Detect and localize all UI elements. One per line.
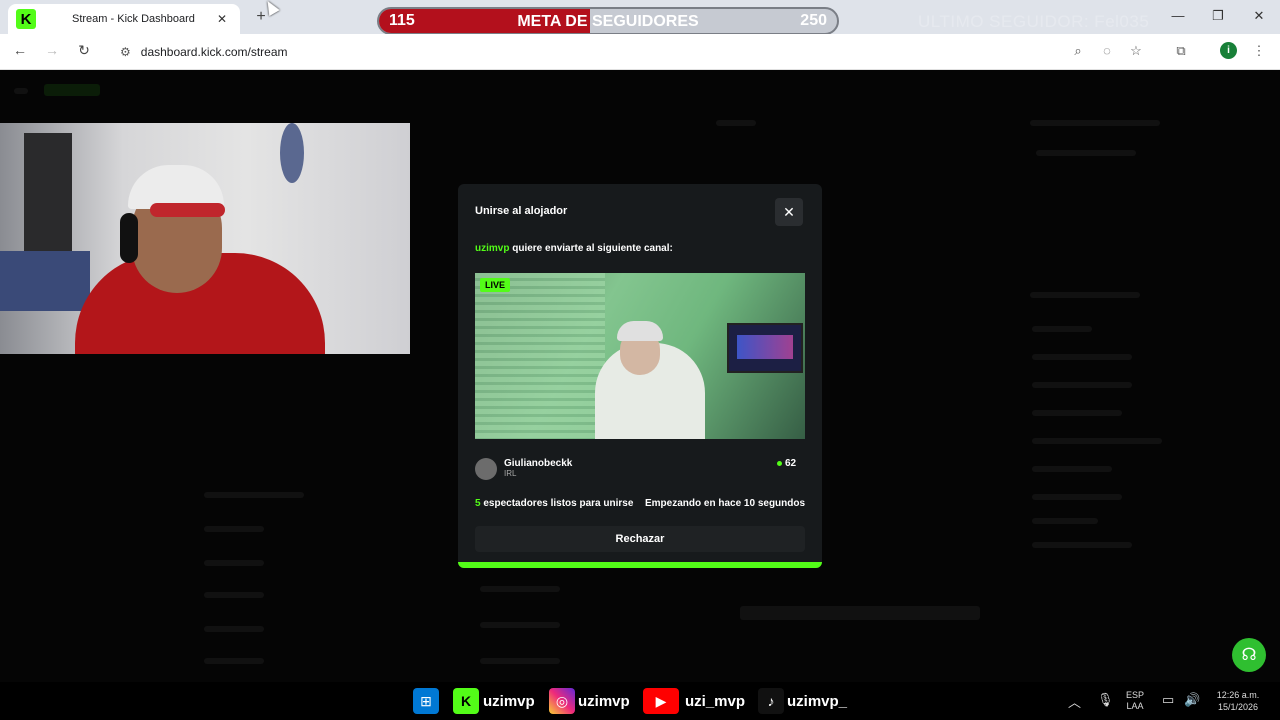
taskbar-clock[interactable]: 12:26 a.m. 15/1/2026	[1208, 689, 1268, 713]
volume-icon[interactable]: 🔊	[1184, 692, 1200, 708]
url-text: dashboard.kick.com/stream	[140, 45, 288, 59]
webcam-wall-lamp	[280, 123, 304, 183]
channel-avatar[interactable]	[475, 458, 497, 480]
maximize-icon[interactable]: ❐	[1208, 8, 1228, 24]
kick-handle-label: uzimvp	[483, 693, 535, 710]
countdown-text: Empezando en hace 10 segundos	[645, 498, 806, 509]
thumbnail-blinds	[475, 273, 605, 439]
follower-goal-target: 250	[800, 12, 827, 29]
follower-goal-bar: 115 META DE SEGUIDORES 250	[377, 7, 839, 35]
placeholder	[740, 606, 980, 620]
viewers-dot-icon	[777, 461, 782, 466]
language-code: ESP	[1126, 690, 1145, 700]
close-window-icon[interactable]: ✕	[1249, 8, 1269, 24]
placeholder	[204, 592, 264, 598]
close-modal-icon[interactable]: ✕	[775, 198, 803, 226]
tray-chevron-icon[interactable]: ︿	[1068, 692, 1081, 711]
host-progress-fill	[458, 562, 822, 568]
placeholder	[1032, 438, 1162, 444]
placeholder	[1032, 518, 1098, 524]
follower-goal-title: META DE SEGUIDORES	[517, 13, 699, 30]
webcam-headphone	[120, 213, 138, 263]
ready-viewers-label: espectadores listos para unirse	[480, 498, 634, 509]
placeholder	[480, 658, 560, 664]
youtube-handle-label: uzi_mvp	[685, 693, 746, 710]
placeholder	[1030, 292, 1140, 298]
minimize-icon[interactable]: —	[1168, 8, 1188, 23]
language-indicator[interactable]: ESP LAA	[1126, 690, 1144, 712]
tiktok-icon[interactable]: ♪	[758, 688, 784, 714]
placeholder	[1036, 150, 1136, 156]
webcam-cap-brim	[150, 203, 225, 217]
support-chat-button[interactable]: ☊	[1232, 638, 1266, 672]
kick-favicon-icon: K	[16, 9, 36, 29]
microphone-icon[interactable]: 🎙	[1097, 692, 1114, 708]
thumbnail-cap	[617, 321, 663, 341]
placeholder	[204, 626, 264, 632]
forward-icon[interactable]: →	[42, 42, 62, 58]
host-invite-text: uzimvp quiere enviarte al siguiente cana…	[475, 243, 673, 254]
reload-icon[interactable]: ↻	[74, 42, 94, 59]
invite-message: quiere enviarte al siguiente canal:	[509, 243, 673, 254]
host-modal: Unirse al alojador ✕ uzimvp quiere envia…	[458, 184, 822, 568]
windows-taskbar: ⊞ K uzimvp ◎ uzimvp ▶ uzi_mvp ♪ uzimvp_ …	[0, 682, 1280, 720]
channel-name[interactable]: Giulianobeckk	[504, 458, 572, 469]
channel-viewer-count: 62	[785, 458, 797, 469]
channel-thumbnail[interactable]: LIVE	[475, 273, 805, 439]
placeholder	[1030, 120, 1160, 126]
placeholder	[204, 526, 264, 532]
placeholder	[204, 658, 264, 664]
live-badge: LIVE	[480, 278, 511, 292]
kick-logo	[44, 84, 100, 96]
browser-tab[interactable]: K Stream - Kick Dashboard ✕	[8, 4, 240, 34]
instagram-handle-label: uzimvp	[578, 693, 630, 710]
placeholder	[480, 586, 560, 592]
tiktok-handle-label: uzimvp_	[787, 693, 848, 710]
browser-tab-bar: K Stream - Kick Dashboard ✕ + 115 META D…	[0, 0, 1280, 35]
windows-start-icon[interactable]: ⊞	[413, 688, 439, 714]
placeholder	[204, 492, 304, 498]
network-icon[interactable]: ▭	[1162, 692, 1174, 708]
profile-avatar[interactable]: i	[1220, 42, 1237, 59]
channel-category: IRL	[504, 469, 517, 478]
placeholder	[1032, 542, 1132, 548]
host-name: uzimvp	[475, 243, 510, 254]
modal-title: Unirse al alojador	[475, 205, 568, 217]
webcam-feed	[0, 123, 410, 354]
tab-close-icon[interactable]: ✕	[214, 12, 230, 26]
clock-time: 12:26 a.m.	[1216, 690, 1260, 700]
webcam-bed	[0, 251, 90, 311]
youtube-icon[interactable]: ▶	[643, 688, 679, 714]
placeholder	[1032, 466, 1112, 472]
placeholder	[204, 560, 264, 566]
placeholder	[1032, 354, 1132, 360]
keyboard-layout: LAA	[1126, 701, 1144, 711]
back-icon[interactable]: ←	[10, 42, 30, 58]
bookmark-star-icon[interactable]: ☆	[1127, 43, 1145, 59]
menu-placeholder	[14, 88, 28, 94]
clock-date: 15/1/2026	[1217, 702, 1259, 712]
kick-taskbar-icon[interactable]: K	[453, 688, 479, 714]
instagram-icon[interactable]: ◎	[549, 688, 575, 714]
zoom-icon[interactable]: ⌕	[1069, 43, 1087, 59]
last-follower-label: ULTIMO SEGUIDOR: Fel035	[918, 12, 1150, 31]
reject-button[interactable]: Rechazar	[475, 526, 805, 552]
placeholder	[1032, 410, 1122, 416]
thumbnail-monitor	[727, 323, 803, 373]
placeholder	[1032, 382, 1132, 388]
placeholder	[716, 120, 756, 126]
placeholder	[1032, 494, 1122, 500]
placeholder	[480, 622, 560, 628]
tab-title: Stream - Kick Dashboard	[72, 13, 195, 25]
eye-off-icon[interactable]: ◌	[1098, 43, 1116, 58]
ready-viewers-text: 5 espectadores listos para unirse	[475, 498, 633, 509]
site-info-icon[interactable]: ⚙	[120, 45, 131, 59]
url-field[interactable]: ⚙ dashboard.kick.com/stream	[106, 39, 1096, 65]
extensions-icon[interactable]: ⧉	[1172, 43, 1190, 59]
placeholder	[1032, 326, 1092, 332]
address-bar-row: ← → ↻ ⚙ dashboard.kick.com/stream ⌕ ◌ ☆ …	[0, 34, 1280, 70]
menu-icon[interactable]: ⋮	[1250, 43, 1268, 59]
host-progress-bar	[458, 562, 822, 568]
